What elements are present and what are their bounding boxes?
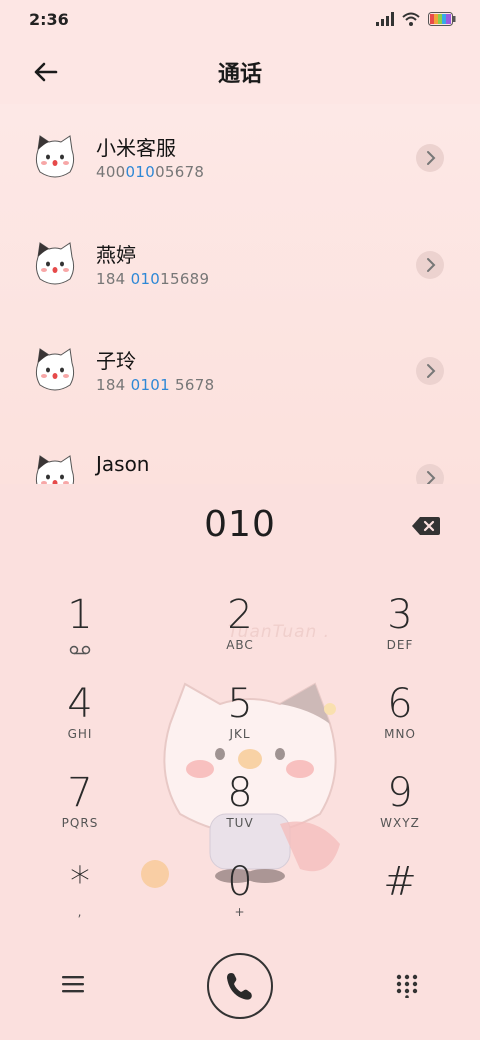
status-icons: [376, 12, 456, 26]
phone-icon: [227, 973, 252, 1000]
backspace-icon[interactable]: [412, 517, 440, 535]
chevron-right-icon: [427, 364, 436, 378]
dial-input-display[interactable]: 010: [0, 504, 480, 545]
keypad-icon[interactable]: [395, 974, 419, 998]
contact-name: 燕婷: [96, 243, 136, 267]
number-match-highlight: 010: [125, 163, 156, 181]
dial-key-star[interactable]: * ,: [20, 857, 140, 937]
contact-number: 40001005678: [96, 163, 205, 181]
dial-key-8[interactable]: 8 TUV: [180, 768, 300, 848]
chevron-right-icon: [427, 151, 436, 165]
menu-icon[interactable]: [62, 974, 84, 994]
number-match-highlight: 010: [130, 270, 161, 288]
chevron-right-icon: [427, 471, 436, 484]
dial-key-3[interactable]: 3 DEF: [340, 590, 460, 670]
dial-key-0[interactable]: 0 +: [180, 857, 300, 937]
contact-detail-button[interactable]: [416, 357, 444, 385]
wifi-icon: [402, 12, 420, 26]
cat-avatar-icon: [35, 455, 75, 484]
dial-key-6[interactable]: 6 MNO: [340, 679, 460, 759]
contact-item[interactable]: 燕婷 184 01015689: [0, 211, 480, 317]
contact-detail-button[interactable]: [416, 144, 444, 172]
contact-item[interactable]: Jason: [0, 424, 480, 484]
number-match-highlight: 0101: [130, 376, 170, 394]
chevron-right-icon: [427, 258, 436, 272]
cat-avatar-icon: [35, 135, 75, 178]
contact-number: 184 01015689: [96, 270, 210, 288]
contact-detail-button[interactable]: [416, 464, 444, 484]
dial-key-2[interactable]: 2 ABC: [180, 590, 300, 670]
battery-icon: [428, 12, 456, 26]
contact-detail-button[interactable]: [416, 251, 444, 279]
page-title: 通话: [217, 62, 262, 87]
dial-key-1[interactable]: 1: [20, 590, 140, 670]
dial-key-4[interactable]: 4 GHI: [20, 679, 140, 759]
contact-list: 小米客服 40001005678 燕婷 184 01015689 子玲 184 …: [0, 104, 480, 484]
signal-icon: [376, 12, 394, 26]
status-bar: 2:36: [0, 0, 480, 42]
dial-key-hash[interactable]: #: [340, 857, 460, 937]
contact-item[interactable]: 子玲 184 0101 5678: [0, 317, 480, 423]
header: 通话: [0, 42, 480, 102]
voicemail-icon: [69, 645, 91, 655]
dial-key-9[interactable]: 9 WXYZ: [340, 768, 460, 848]
dial-key-5[interactable]: 5 JKL: [180, 679, 300, 759]
bottom-bar: [0, 950, 480, 1040]
cat-avatar-icon: [35, 348, 75, 391]
status-time: 2:36: [29, 10, 69, 29]
dial-key-7[interactable]: 7 PQRS: [20, 768, 140, 848]
contact-name: 小米客服: [96, 136, 176, 160]
contact-item[interactable]: 小米客服 40001005678: [0, 104, 480, 210]
contact-number: 184 0101 5678: [96, 376, 215, 394]
call-button[interactable]: [207, 953, 273, 1019]
contact-name: Jason: [96, 452, 150, 476]
cat-avatar-icon: [35, 242, 75, 285]
contact-name: 子玲: [96, 349, 136, 373]
